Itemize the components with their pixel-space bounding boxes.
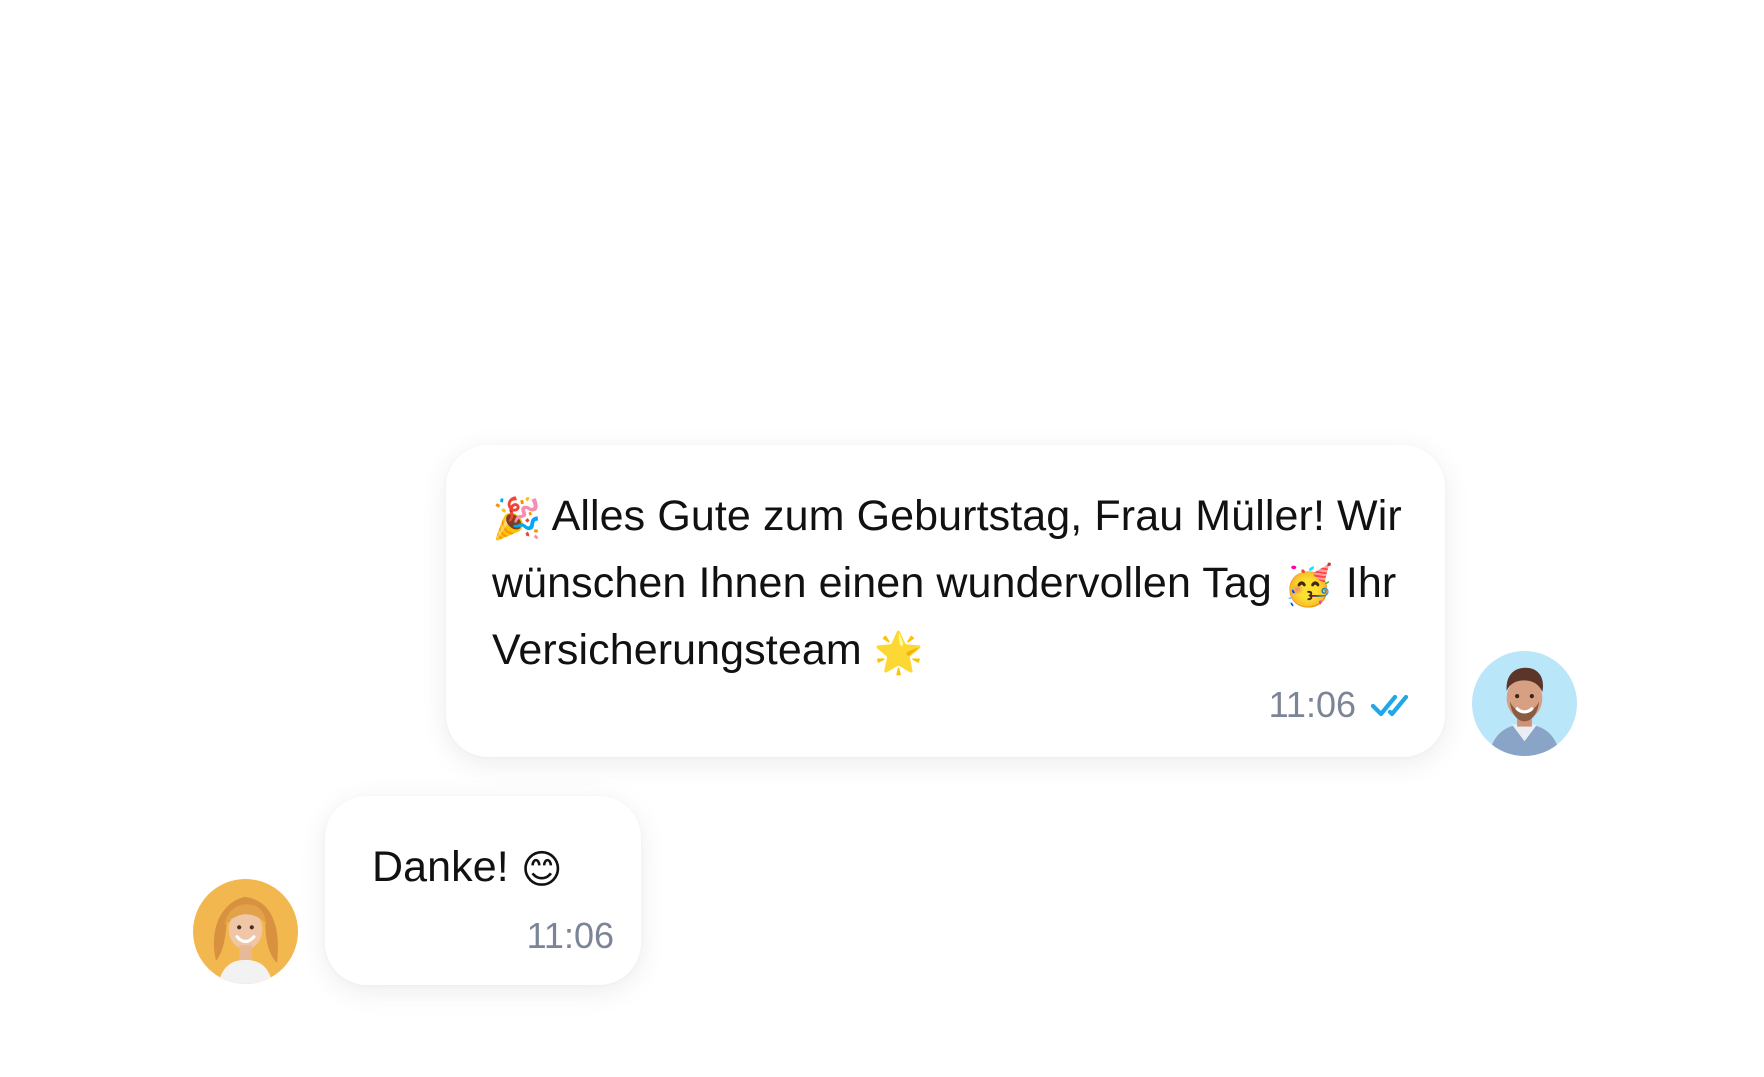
message-meta: 11:06	[1269, 684, 1418, 726]
message-text-segment: Alles Gute zum Geburtstag, Frau Müller! …	[492, 492, 1402, 607]
incoming-message-text: Danke! 😊	[372, 834, 611, 901]
message-time: 11:06	[1268, 684, 1356, 725]
party-popper-icon: 🎉	[492, 496, 542, 542]
message-text-segment: Danke!	[372, 843, 521, 891]
party-face-icon: 🥳	[1283, 563, 1334, 609]
glowing-star-icon: 🌟	[873, 630, 924, 676]
outgoing-message-bubble[interactable]: 🎉 Alles Gute zum Geburtstag, Frau Müller…	[446, 445, 1445, 757]
message-time: 11:06	[526, 915, 614, 956]
male-avatar[interactable]	[1472, 651, 1577, 756]
smiling-face-icon: 😊	[520, 847, 563, 893]
incoming-message-bubble[interactable]: Danke! 😊 11:06	[325, 796, 641, 985]
chat-thread: 🎉 Alles Gute zum Geburtstag, Frau Müller…	[0, 0, 1764, 1077]
double-check-icon	[1370, 694, 1409, 717]
female-avatar[interactable]	[193, 879, 298, 984]
message-meta: 11:06	[527, 915, 614, 957]
outgoing-message-text: 🎉 Alles Gute zum Geburtstag, Frau Müller…	[492, 483, 1405, 684]
